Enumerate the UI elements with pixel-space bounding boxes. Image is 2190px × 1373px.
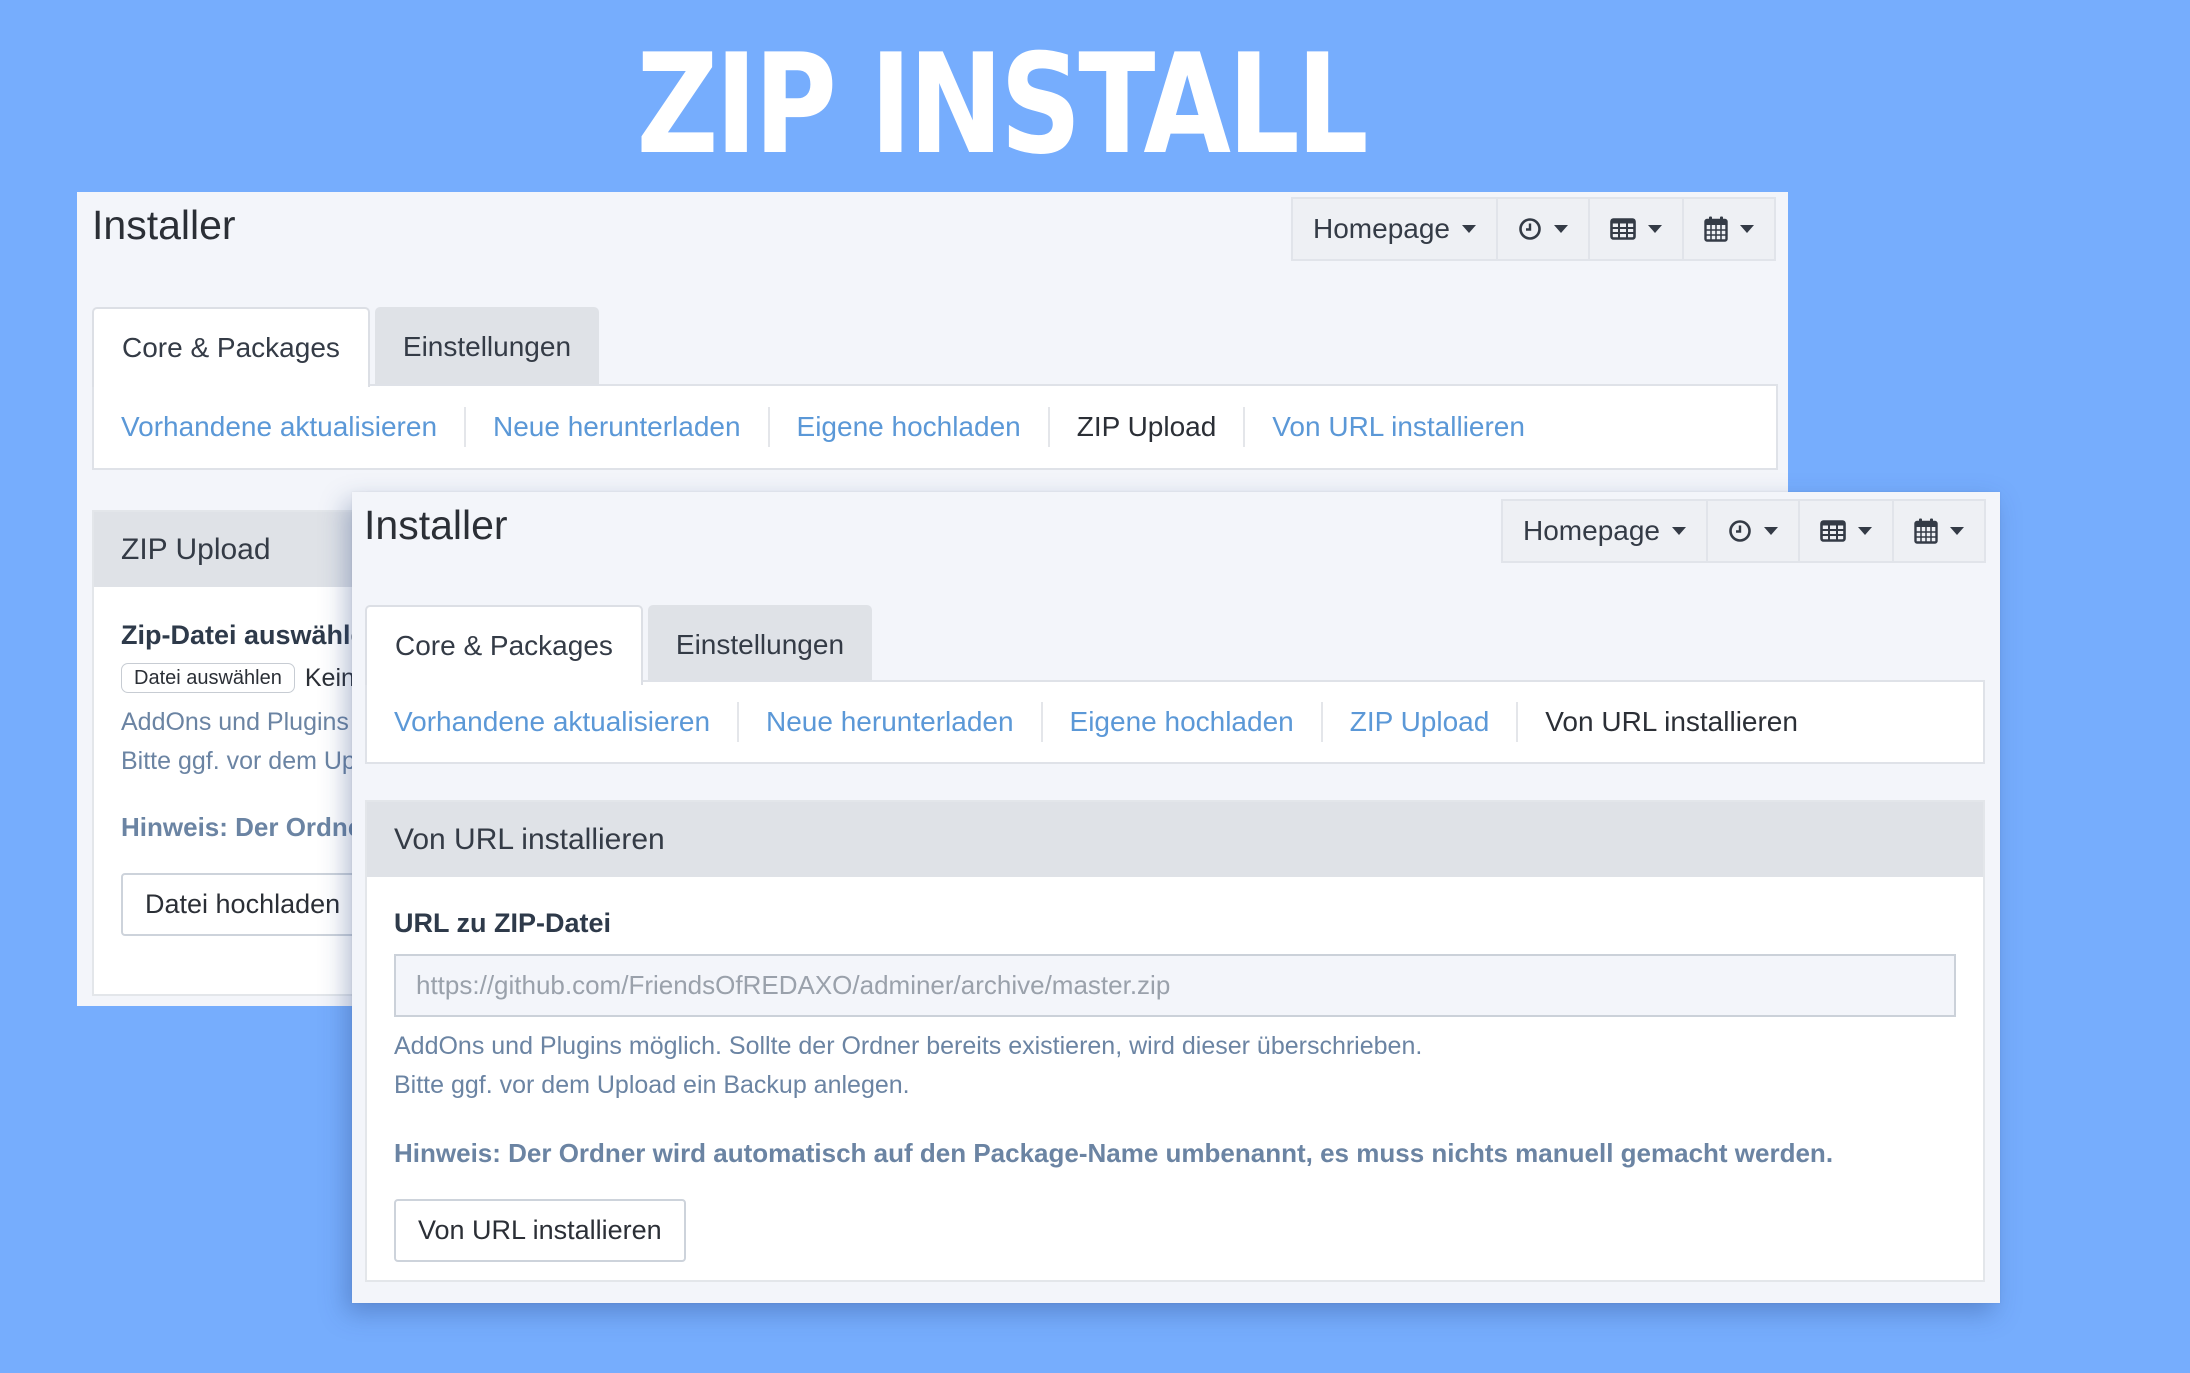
- caret-down-icon: [1950, 527, 1964, 535]
- upload-file-button[interactable]: Datei hochladen: [121, 873, 365, 936]
- subnav-zip-upload[interactable]: ZIP Upload: [1050, 407, 1246, 447]
- table-icon: [1820, 520, 1846, 542]
- tab-core-packages[interactable]: Core & Packages: [92, 307, 370, 387]
- sub-navigation: Vorhandene aktualisieren Neue herunterla…: [92, 384, 1778, 470]
- caret-down-icon: [1858, 527, 1872, 535]
- hint-text: Hinweis: Der Ordner wird automatisch auf…: [394, 1138, 1834, 1168]
- homepage-label: Homepage: [1313, 213, 1450, 244]
- subnav-eigene-hochladen[interactable]: Eigene hochladen: [1043, 702, 1323, 742]
- caret-down-icon: [1672, 527, 1686, 535]
- homepage-label: Homepage: [1523, 515, 1660, 546]
- sub-navigation: Vorhandene aktualisieren Neue herunterla…: [365, 680, 1985, 764]
- field-label: URL zu ZIP-Datei: [394, 908, 612, 938]
- install-from-url-button[interactable]: Von URL installieren: [394, 1199, 686, 1262]
- subnav-von-url-installieren[interactable]: Von URL installieren: [1518, 702, 1825, 742]
- caret-down-icon: [1764, 527, 1778, 535]
- help-text-line-2: Bitte ggf. vor dem Upload ein Backup anl…: [394, 1071, 910, 1099]
- calendar-dropdown[interactable]: [1894, 501, 1984, 561]
- toolbar: Homepage: [1501, 499, 1986, 563]
- homepage-dropdown[interactable]: Homepage: [1293, 199, 1498, 259]
- subnav-zip-upload[interactable]: ZIP Upload: [1323, 702, 1519, 742]
- caret-down-icon: [1462, 225, 1476, 233]
- calendar-icon: [1914, 518, 1938, 544]
- zip-url-input[interactable]: https://github.com/FriendsOfREDAXO/admin…: [394, 954, 1956, 1017]
- subnav-vorhandene-aktualisieren[interactable]: Vorhandene aktualisieren: [367, 702, 740, 742]
- calendar-icon: [1704, 216, 1728, 242]
- main-tabs: Core & Packages Einstellungen: [365, 605, 873, 685]
- tab-einstellungen[interactable]: Einstellungen: [374, 307, 600, 386]
- subnav-neue-herunterladen[interactable]: Neue herunterladen: [466, 407, 770, 447]
- url-install-section: Von URL installieren URL zu ZIP-Datei ht…: [365, 800, 1985, 1282]
- caret-down-icon: [1648, 225, 1662, 233]
- help-text-line-1: AddOns und Plugins möglich. Sollte der O…: [394, 1032, 1423, 1060]
- clock-dropdown[interactable]: [1708, 501, 1800, 561]
- front-installer-panel: Installer Homepage Core & Packages Einst…: [352, 492, 2000, 1303]
- homepage-dropdown[interactable]: Homepage: [1503, 501, 1708, 561]
- choose-file-button[interactable]: Datei auswählen: [121, 663, 295, 693]
- page-title: Installer: [364, 502, 508, 548]
- caret-down-icon: [1554, 225, 1568, 233]
- calendar-dropdown[interactable]: [1684, 199, 1774, 259]
- caret-down-icon: [1740, 225, 1754, 233]
- toolbar: Homepage: [1291, 197, 1776, 261]
- table-icon: [1610, 218, 1636, 240]
- main-tabs: Core & Packages Einstellungen: [92, 307, 600, 387]
- page-title: Installer: [92, 202, 236, 248]
- hero-title: ZIP INSTALL: [636, 24, 1368, 185]
- clock-dropdown[interactable]: [1498, 199, 1590, 259]
- subnav-von-url-installieren[interactable]: Von URL installieren: [1245, 407, 1552, 447]
- section-title: Von URL installieren: [367, 802, 1983, 877]
- subnav-vorhandene-aktualisieren[interactable]: Vorhandene aktualisieren: [94, 407, 467, 447]
- subnav-eigene-hochladen[interactable]: Eigene hochladen: [770, 407, 1050, 447]
- table-dropdown[interactable]: [1590, 199, 1684, 259]
- tab-core-packages[interactable]: Core & Packages: [365, 605, 643, 685]
- table-dropdown[interactable]: [1800, 501, 1894, 561]
- clock-icon: [1518, 217, 1542, 241]
- clock-icon: [1728, 519, 1752, 543]
- subnav-neue-herunterladen[interactable]: Neue herunterladen: [739, 702, 1043, 742]
- tab-einstellungen[interactable]: Einstellungen: [647, 605, 873, 684]
